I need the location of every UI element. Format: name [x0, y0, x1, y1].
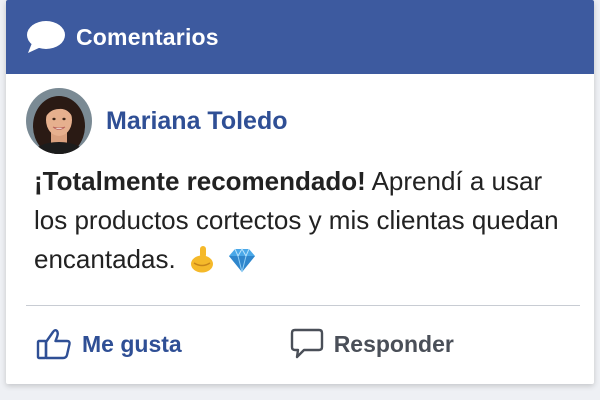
author-name[interactable]: Mariana Toledo	[106, 107, 288, 136]
like-label: Me gusta	[82, 330, 182, 357]
avatar[interactable]	[26, 88, 92, 154]
comment-bubble-icon	[290, 328, 323, 359]
reply-button[interactable]: Responder	[290, 328, 454, 360]
reply-label: Responder	[333, 330, 454, 357]
comment-text: ¡Totalmente recomendado! Aprendí a usar …	[34, 162, 574, 284]
comments-header: Comentarios	[6, 0, 594, 74]
comment-actions: Me gusta Responder	[36, 322, 574, 366]
thumbs-up-icon	[36, 329, 71, 360]
comment-text-bold: ¡Totalmente recomendado!	[34, 166, 366, 196]
gem-emoji	[228, 245, 256, 284]
ok-hand-emoji	[189, 245, 215, 284]
speech-bubble-icon	[26, 19, 68, 55]
comment-card: Comentarios Mariana Toledo ¡Totalmente r…	[6, 0, 594, 384]
header-title: Comentarios	[76, 23, 219, 50]
divider	[26, 305, 580, 306]
comment-author: Mariana Toledo	[26, 88, 288, 154]
like-button[interactable]: Me gusta	[36, 328, 182, 360]
